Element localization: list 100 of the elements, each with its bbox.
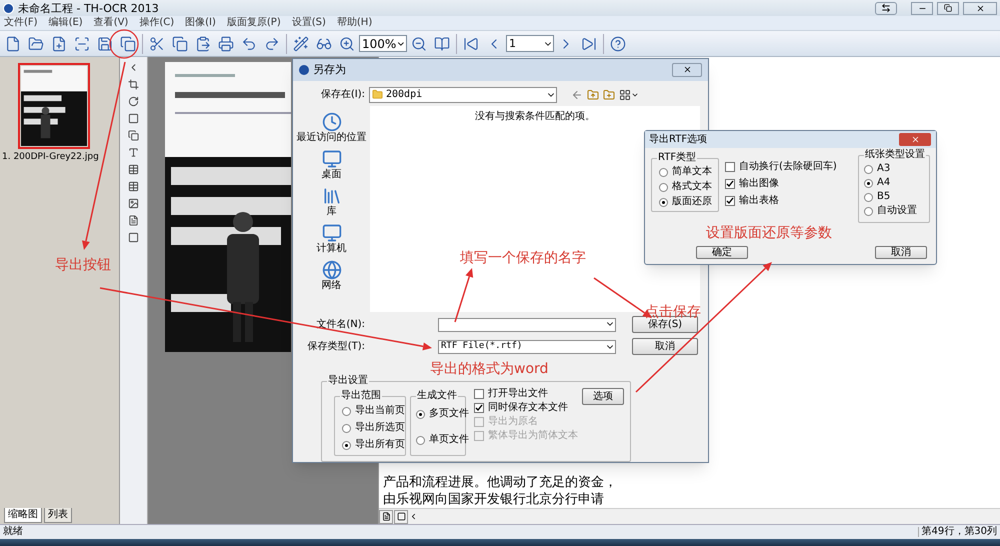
image-icon[interactable]: [128, 198, 139, 208]
dialog-button[interactable]: 确定: [696, 246, 748, 259]
list-view-button[interactable]: [394, 510, 408, 524]
radio-button[interactable]: [659, 168, 668, 176]
zoom-dropdown[interactable]: 100%: [359, 35, 407, 52]
grid-icon[interactable]: [128, 180, 139, 192]
last-page-icon[interactable]: [581, 36, 597, 52]
place-label[interactable]: 桌面: [322, 168, 342, 180]
menu-item[interactable]: 编辑(E): [48, 18, 83, 28]
radio-label: A3: [877, 163, 890, 175]
resize-button[interactable]: [875, 2, 897, 14]
undo-icon[interactable]: [241, 36, 257, 52]
new-file-icon[interactable]: [5, 36, 21, 52]
frame-icon[interactable]: [128, 232, 139, 242]
radio-button[interactable]: [342, 406, 351, 416]
table-icon[interactable]: [128, 164, 139, 174]
dialog-button[interactable]: 选项: [582, 388, 624, 406]
radio-button[interactable]: [342, 424, 351, 433]
export-icon[interactable]: [120, 36, 136, 52]
place-label[interactable]: 库: [326, 206, 336, 217]
maximize-button[interactable]: [937, 2, 959, 14]
paste-icon[interactable]: [195, 36, 211, 52]
books-icon[interactable]: [322, 186, 342, 206]
close-button[interactable]: [672, 62, 702, 77]
radio-button[interactable]: [659, 198, 668, 206]
rotate-icon[interactable]: [128, 96, 139, 106]
redo-icon[interactable]: [264, 36, 280, 52]
annotation-text: 设置版面还原等参数: [706, 226, 832, 240]
open-folder-icon[interactable]: [28, 36, 44, 52]
scroll-left-icon[interactable]: [409, 512, 418, 521]
radio-button[interactable]: [864, 178, 873, 188]
copy-icon[interactable]: [172, 36, 188, 52]
close-button[interactable]: [963, 2, 997, 14]
restore-icon: [944, 4, 952, 12]
place-label[interactable]: 计算机: [316, 242, 346, 254]
radio-button[interactable]: [864, 192, 873, 202]
highlight-circle: [109, 29, 139, 59]
add-file-icon[interactable]: [51, 36, 67, 52]
menu-item[interactable]: 帮助(H): [336, 18, 372, 28]
radio-button[interactable]: [864, 164, 873, 174]
text-icon[interactable]: [128, 146, 139, 158]
panel-tab[interactable]: 缩略图: [4, 508, 42, 523]
menu-item[interactable]: 文件(F): [4, 18, 38, 28]
panel-tab[interactable]: 列表: [44, 508, 72, 523]
checkbox-label: 打开导出文件: [488, 388, 548, 400]
globe-icon[interactable]: [322, 260, 342, 280]
menu-item[interactable]: 查看(V): [94, 18, 128, 28]
computer-icon[interactable]: [322, 222, 342, 243]
monitor-icon[interactable]: [322, 148, 342, 169]
filename-field[interactable]: [438, 318, 616, 332]
close-icon: [976, 4, 984, 12]
clock-icon[interactable]: [322, 112, 342, 132]
radio-button[interactable]: [659, 182, 668, 192]
checkbox[interactable]: [725, 162, 735, 172]
copy-icon[interactable]: [128, 130, 139, 140]
menu-item[interactable]: 设置(S): [292, 18, 326, 28]
close-button[interactable]: [899, 133, 931, 146]
wand-icon[interactable]: [293, 36, 309, 52]
menu-item[interactable]: 图像(I): [185, 18, 216, 28]
view-menu-icon[interactable]: [619, 88, 631, 101]
back-icon[interactable]: [571, 88, 583, 101]
print-icon[interactable]: [218, 36, 234, 52]
help-icon[interactable]: [610, 36, 626, 52]
first-page-icon[interactable]: [463, 36, 479, 52]
filetype-dropdown[interactable]: RTF File(*.rtf): [438, 340, 616, 354]
window-title: 未命名工程 - TH-OCR 2013: [18, 2, 159, 14]
zoom-out-icon[interactable]: [411, 36, 427, 52]
checkbox[interactable]: [474, 403, 484, 414]
checkbox[interactable]: [725, 179, 735, 189]
annotation-text: 导出的格式为word: [430, 362, 548, 376]
menu-item[interactable]: 版面复原(P): [226, 18, 281, 28]
radio-button[interactable]: [864, 206, 873, 216]
radio-button[interactable]: [416, 410, 425, 419]
checkbox-label: 自动换行(去除硬回车): [739, 161, 837, 173]
checkbox[interactable]: [725, 196, 735, 206]
cut-icon[interactable]: [149, 36, 165, 52]
scanner-icon[interactable]: [74, 36, 90, 52]
radio-button[interactable]: [416, 436, 425, 445]
group-title: 导出设置: [327, 375, 369, 388]
zoom-in-icon[interactable]: [339, 36, 355, 52]
save-icon[interactable]: [97, 36, 113, 52]
dialog-button[interactable]: 取消: [632, 338, 698, 356]
place-label[interactable]: 最近访问的位置: [296, 132, 366, 143]
page-dropdown[interactable]: 1: [506, 35, 554, 52]
app-logo-icon: [299, 64, 309, 75]
place-label[interactable]: 网络: [322, 280, 342, 291]
crop-icon[interactable]: [128, 78, 139, 90]
minimize-button[interactable]: [911, 2, 933, 14]
checkbox-label: 导出为原名: [488, 416, 538, 428]
checkbox[interactable]: [474, 389, 484, 400]
thumbnail-caption: 1. 200DPI-Grey22.jpg: [2, 151, 99, 164]
radio-button[interactable]: [342, 440, 351, 450]
region-icon[interactable]: [128, 112, 139, 124]
folder-up-icon[interactable]: [587, 88, 599, 101]
folder-dropdown[interactable]: 200dpi: [369, 86, 557, 103]
book-icon[interactable]: [434, 36, 450, 52]
dialog-button[interactable]: 取消: [875, 246, 927, 259]
menu-item[interactable]: 操作(C): [139, 18, 174, 28]
page-view-button[interactable]: [379, 510, 393, 524]
document-icon[interactable]: [128, 214, 139, 226]
